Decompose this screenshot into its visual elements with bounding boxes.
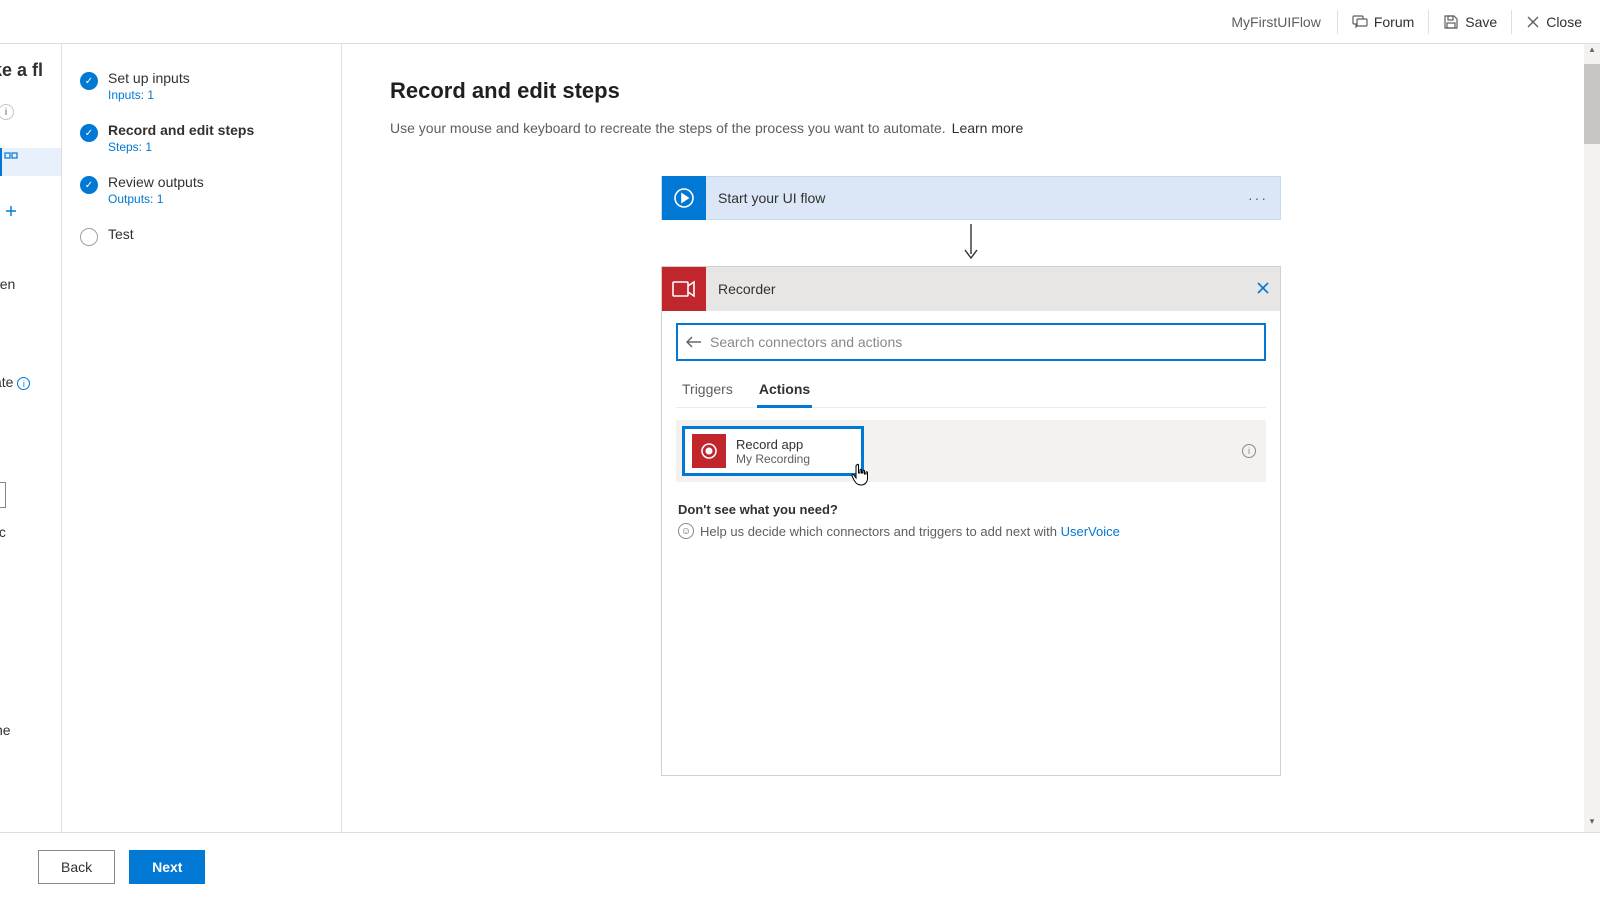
info-icon: i bbox=[0, 104, 14, 120]
back-button[interactable]: Back bbox=[38, 850, 115, 884]
tabs: Triggers Actions bbox=[676, 373, 1266, 408]
learn-more-link[interactable]: Learn more bbox=[952, 120, 1024, 136]
wizard-footer: Back Next bbox=[0, 832, 1600, 900]
vertical-scrollbar[interactable]: ▴ ▾ bbox=[1584, 44, 1600, 832]
help-block: Don't see what you need? ☺ Help us decid… bbox=[676, 502, 1266, 539]
check-icon: ✓ bbox=[80, 72, 98, 90]
tab-actions[interactable]: Actions bbox=[757, 373, 812, 407]
smiley-icon: ☺ bbox=[678, 523, 694, 539]
recorder-card: Recorder Triggers bbox=[661, 266, 1281, 776]
uservoice-link[interactable]: UserVoice bbox=[1061, 524, 1120, 539]
step-review-outputs[interactable]: ✓ Review outputs Outputs: 1 bbox=[74, 168, 329, 220]
close-icon[interactable] bbox=[1256, 281, 1270, 298]
search-row[interactable] bbox=[676, 323, 1266, 361]
top-bar: MyFirstUIFlow Forum Save Close bbox=[0, 0, 1600, 44]
arrow-down-icon bbox=[961, 224, 981, 262]
search-input[interactable] bbox=[710, 334, 1256, 350]
start-ui-flow-card[interactable]: Start your UI flow ··· bbox=[661, 176, 1281, 220]
page-description: Use your mouse and keyboard to recreate … bbox=[390, 120, 1552, 136]
check-icon: ✓ bbox=[80, 176, 98, 194]
nav-plus-icon[interactable] bbox=[4, 204, 18, 218]
tab-triggers[interactable]: Triggers bbox=[680, 373, 735, 407]
empty-bullet-icon bbox=[80, 228, 98, 246]
recorder-header[interactable]: Recorder bbox=[662, 267, 1280, 311]
steps-panel: ✓ Set up inputs Inputs: 1 ✓ Record and e… bbox=[62, 44, 342, 832]
next-button[interactable]: Next bbox=[129, 850, 205, 884]
scroll-down-icon[interactable]: ▾ bbox=[1584, 816, 1600, 832]
play-icon bbox=[662, 176, 706, 220]
close-button[interactable]: Close bbox=[1512, 0, 1596, 43]
info-icon[interactable]: i bbox=[1242, 444, 1256, 458]
step-set-up-inputs[interactable]: ✓ Set up inputs Inputs: 1 bbox=[74, 64, 329, 116]
save-button[interactable]: Save bbox=[1429, 0, 1511, 43]
scrollbar-thumb[interactable] bbox=[1584, 64, 1600, 144]
forum-icon bbox=[1352, 14, 1368, 30]
recorder-icon bbox=[662, 267, 706, 311]
step-record-edit[interactable]: ✓ Record and edit steps Steps: 1 bbox=[74, 116, 329, 168]
close-icon bbox=[1526, 15, 1540, 29]
step-test[interactable]: Test bbox=[74, 220, 329, 260]
check-icon: ✓ bbox=[80, 124, 98, 142]
record-app-action[interactable]: Record app My Recording bbox=[682, 426, 864, 476]
save-icon bbox=[1443, 14, 1459, 30]
back-arrow-icon[interactable] bbox=[686, 335, 702, 349]
main-canvas: Record and edit steps Use your mouse and… bbox=[342, 44, 1600, 832]
flow-name-label: MyFirstUIFlow bbox=[1215, 14, 1336, 30]
left-nav-cropped: ake a fl i nated even ate i e work mail … bbox=[0, 44, 62, 832]
forum-button[interactable]: Forum bbox=[1338, 0, 1428, 43]
record-dot-icon bbox=[692, 434, 726, 468]
page-title: Record and edit steps bbox=[390, 78, 1552, 104]
ellipsis-icon[interactable]: ··· bbox=[1248, 190, 1268, 206]
scroll-up-icon[interactable]: ▴ bbox=[1584, 44, 1600, 60]
action-list: Record app My Recording i bbox=[676, 420, 1266, 482]
nav-grid-icon[interactable] bbox=[4, 152, 18, 166]
